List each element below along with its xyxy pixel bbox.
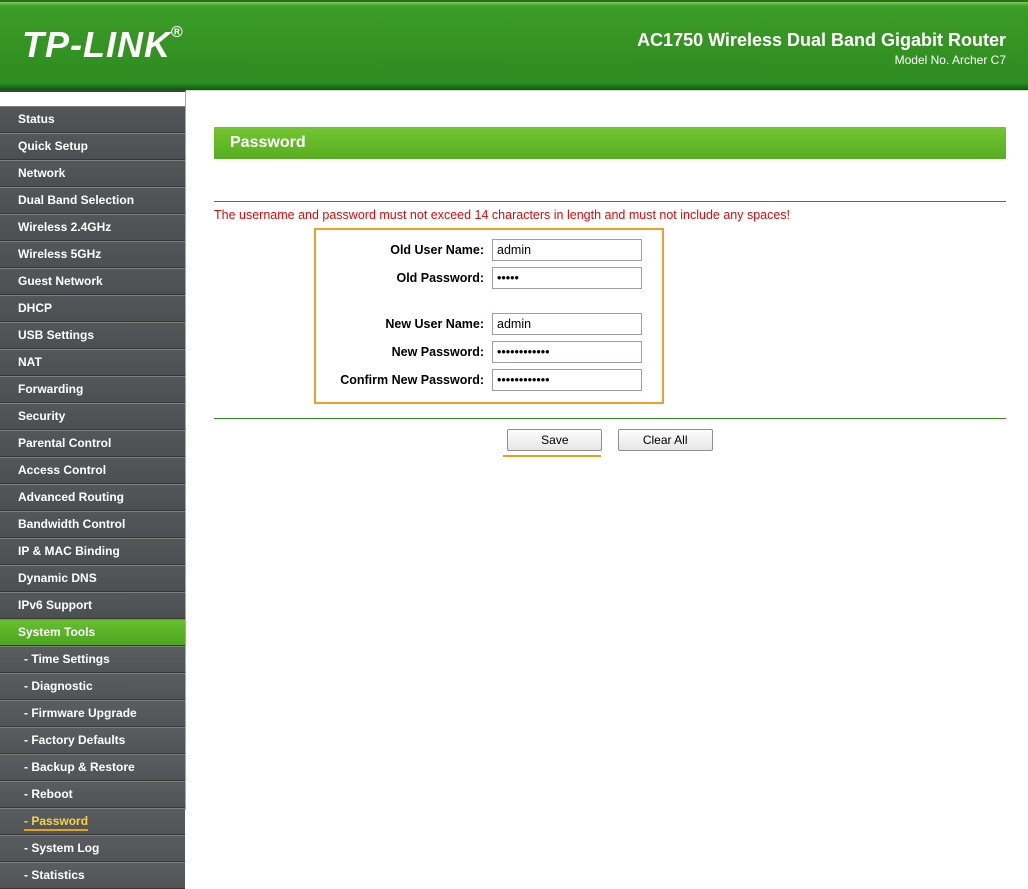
nav-item-system-tools[interactable]: System Tools (0, 619, 185, 646)
label-confirm-password: Confirm New Password: (316, 366, 488, 394)
nav-item-label: Forwarding (18, 382, 83, 396)
nav-item-label: Wireless 5GHz (18, 247, 101, 261)
product-model: Model No. Archer C7 (637, 53, 1006, 67)
nav-item-label: Network (18, 166, 65, 180)
nav-item-label: Dynamic DNS (18, 571, 97, 585)
nav-item-status[interactable]: Status (0, 106, 185, 133)
nav-item-ipv6-support[interactable]: IPv6 Support (0, 592, 185, 619)
label-new-password: New Password: (316, 338, 488, 366)
nav-item-diagnostic[interactable]: - Diagnostic (0, 673, 185, 700)
label-new-username: New User Name: (316, 310, 488, 338)
warning-text: The username and password must not excee… (214, 208, 1006, 222)
button-row: Save Clear All (214, 429, 1006, 457)
nav-item-label: - Reboot (24, 787, 73, 801)
nav-item-nat[interactable]: NAT (0, 349, 185, 376)
nav-item-quick-setup[interactable]: Quick Setup (0, 133, 185, 160)
nav-item-label: Parental Control (18, 436, 111, 450)
nav-item-bandwidth-control[interactable]: Bandwidth Control (0, 511, 185, 538)
nav-item-label: Status (18, 112, 55, 126)
nav-item-wireless-2-4ghz[interactable]: Wireless 2.4GHz (0, 214, 185, 241)
content-area: Password The username and password must … (186, 90, 1028, 810)
product-info: AC1750 Wireless Dual Band Gigabit Router… (637, 30, 1006, 67)
nav-item-label: Quick Setup (18, 139, 88, 153)
old-username-field[interactable] (492, 239, 642, 261)
nav-item-usb-settings[interactable]: USB Settings (0, 322, 185, 349)
nav-item-time-settings[interactable]: - Time Settings (0, 646, 185, 673)
sidebar: Status Quick Setup Network Dual Band Select… (0, 90, 186, 810)
nav-item-label: Wireless 2.4GHz (18, 220, 111, 234)
password-form-highlight: Old User Name: Old Password: New User Na… (314, 228, 664, 404)
page-title: Password (214, 127, 1006, 159)
nav-item-factory-defaults[interactable]: - Factory Defaults (0, 727, 185, 754)
nav-item-guest-network[interactable]: Guest Network (0, 268, 185, 295)
nav-item-reboot[interactable]: - Reboot (0, 781, 185, 808)
nav-item-label: Advanced Routing (18, 490, 124, 504)
nav-item-label: NAT (18, 355, 42, 369)
label-old-username: Old User Name: (316, 236, 488, 264)
nav-item-label: - Password (24, 814, 88, 831)
nav-item-network[interactable]: Network (0, 160, 185, 187)
nav-item-label: - System Log (24, 841, 99, 855)
nav-item-label: - Firmware Upgrade (24, 706, 137, 720)
nav-item-label: - Backup & Restore (24, 760, 135, 774)
nav-item-label: Security (18, 409, 65, 423)
brand-text: TP-LINK (22, 24, 171, 65)
nav-item-dynamic-dns[interactable]: Dynamic DNS (0, 565, 185, 592)
nav-item-label: - Statistics (24, 868, 85, 882)
header-banner: TP-LINK® AC1750 Wireless Dual Band Gigab… (0, 0, 1028, 90)
nav-item-ip-mac-binding[interactable]: IP & MAC Binding (0, 538, 185, 565)
nav-item-label: - Time Settings (24, 652, 110, 666)
nav-item-dhcp[interactable]: DHCP (0, 295, 185, 322)
nav-item-label: Access Control (18, 463, 106, 477)
brand-reg: ® (171, 24, 184, 41)
nav-item-parental-control[interactable]: Parental Control (0, 430, 185, 457)
nav-item-access-control[interactable]: Access Control (0, 457, 185, 484)
nav-item-statistics[interactable]: - Statistics (0, 862, 185, 889)
nav-item-security[interactable]: Security (0, 403, 185, 430)
nav-item-password[interactable]: - Password (0, 808, 185, 835)
nav-item-backup-restore[interactable]: - Backup & Restore (0, 754, 185, 781)
nav-item-label: DHCP (18, 301, 52, 315)
nav-item-label: IPv6 Support (18, 598, 92, 612)
nav-item-wireless-5ghz[interactable]: Wireless 5GHz (0, 241, 185, 268)
nav-item-label: USB Settings (18, 328, 94, 342)
new-password-field[interactable] (492, 341, 642, 363)
clear-all-button[interactable]: Clear All (618, 429, 713, 451)
nav-item-firmware-upgrade[interactable]: - Firmware Upgrade (0, 700, 185, 727)
nav-item-advanced-routing[interactable]: Advanced Routing (0, 484, 185, 511)
label-old-password: Old Password: (316, 264, 488, 292)
password-form: Old User Name: Old Password: New User Na… (316, 236, 646, 394)
confirm-password-field[interactable] (492, 369, 642, 391)
nav-item-label: System Tools (18, 625, 95, 639)
old-password-field[interactable] (492, 267, 642, 289)
nav-item-dual-band-selection[interactable]: Dual Band Selection (0, 187, 185, 214)
nav-item-label: - Diagnostic (24, 679, 93, 693)
save-underline (503, 455, 601, 457)
nav-item-label: Dual Band Selection (18, 193, 134, 207)
nav-item-label: Bandwidth Control (18, 517, 125, 531)
brand-logo: TP-LINK® (22, 24, 184, 66)
nav-item-system-log[interactable]: - System Log (0, 835, 185, 862)
product-name: AC1750 Wireless Dual Band Gigabit Router (637, 30, 1006, 51)
new-username-field[interactable] (492, 313, 642, 335)
sidebar-spacer (0, 92, 185, 106)
save-button[interactable]: Save (507, 429, 602, 451)
nav-item-label: - Factory Defaults (24, 733, 125, 747)
nav-item-label: Guest Network (18, 274, 103, 288)
nav-item-forwarding[interactable]: Forwarding (0, 376, 185, 403)
nav-item-label: IP & MAC Binding (18, 544, 120, 558)
